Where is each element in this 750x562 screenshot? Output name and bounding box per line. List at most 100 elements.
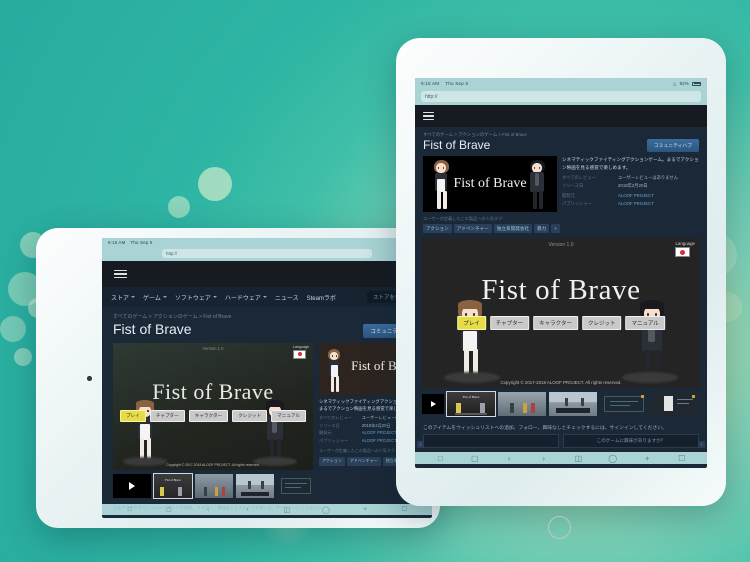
nav-item-games[interactable]: ゲーム [143,293,167,302]
girl-character-capsule-right [431,160,453,210]
meta-value-link[interactable]: ALOOF PROJECT [618,193,654,200]
menu-chapter-left[interactable]: チャプター [149,409,185,422]
menu-chapter-right[interactable]: チャプター [489,316,530,331]
game-hero-screen-right[interactable]: Version 1.0 Language Fist of Brave プレイ チ… [422,238,700,389]
screenshot-2-left[interactable] [195,473,233,498]
history-icon[interactable]: ◯ [596,454,631,463]
video-thumbnail-left[interactable] [113,473,151,498]
bokeh-1 [198,167,232,201]
breadcrumb-left[interactable]: すべてのゲーム > アクションのゲーム > Fist of Brave [102,307,432,321]
screenshot-2-right[interactable] [498,392,546,417]
tag-violence-right[interactable]: 暴力 [534,224,550,234]
nav-item-steamlabs[interactable]: Steamラボ [307,293,336,302]
screenshot-4-left[interactable] [277,473,315,498]
desktop-background: 9:15 AM Thu Sep 5 △ 92% http:// [0,0,750,562]
meta-value-link[interactable]: ALOOF PROJECT [362,430,397,437]
bokeh-2 [168,196,190,218]
meta-value-link[interactable]: ALOOF PROJECT [362,438,397,445]
home-button-right[interactable] [548,516,571,539]
safari-urlbar-left[interactable]: http:// [102,247,432,261]
meta-value: 2018年2月20日 [618,183,648,189]
meta-label: パブリッシャー [562,200,593,206]
nav-label: ストア [111,295,130,302]
screenshot-5-right[interactable] [651,392,699,417]
bookmark-icon[interactable]: ▢ [458,454,493,463]
meta-label: 開発元 [319,430,332,436]
tag-more-right[interactable]: + [551,224,560,234]
url-input-right[interactable]: http:// [421,91,701,102]
steam-store-page-left: ストア ゲーム ソフトウェア ハードウェア ニュース Steamラボ ストアを検… [102,261,432,510]
capsule-logo-right: Fist of Brave [453,176,527,192]
nav-item-store[interactable]: ストア [111,293,136,302]
tabs-icon[interactable]: ◫ [561,454,596,463]
nav-item-hardware[interactable]: ハードウェア [225,293,267,302]
play-icon [129,481,135,490]
hamburger-icon[interactable] [114,269,127,279]
nav-label: ニュース [274,295,299,302]
floor-shadow-2 [622,372,678,384]
nav-item-software[interactable]: ソフトウェア [175,293,217,302]
video-thumbnail-right[interactable] [422,394,444,415]
url-input-left[interactable]: http:// [162,249,372,258]
menu-play-right[interactable]: プレイ [457,316,486,331]
thumb-nav-right-right[interactable]: › [698,441,705,448]
chevron-down-icon [131,296,136,298]
pages-icon[interactable]: ☐ [665,454,700,463]
apron [463,331,477,352]
meta-label: リリース日 [319,422,340,428]
tag-indie-right[interactable]: 独立系開発会社 [493,224,533,234]
game-version-right: Version 1.0 [548,242,574,249]
language-selector-left[interactable]: Language [293,345,309,359]
game-description-right: シネマティックファイティングアクションゲーム。まるでアクション映画を見る感覚で楽… [562,157,699,170]
safari-urlbar-right[interactable]: http:// [415,89,707,105]
newtab-icon[interactable]: + [630,454,665,463]
forward-icon[interactable]: › [527,454,562,463]
hair-fringe [458,300,482,310]
hair-fringe [266,399,284,407]
tablet-screen-left: 9:15 AM Thu Sep 5 △ 92% http:// [102,238,432,518]
game-hero-screen-left[interactable]: Version 1.0 Language Fist of Brave プレイ チ… [113,342,313,470]
menu-play-left[interactable]: プレイ [120,409,146,422]
panel-row-right: このゲームに興味がありますか？ [415,434,707,449]
thumb-nav-left-right[interactable]: ‹ [417,441,424,448]
breadcrumb-right[interactable]: すべてのゲーム > アクションのゲーム > Fist of Brave [415,127,707,138]
japan-flag-icon [293,349,306,359]
screenshot-3-right[interactable] [549,392,597,417]
floor-shadow-1 [444,372,500,384]
hair-fringe [640,300,664,310]
share-icon[interactable]: □ [423,454,458,463]
menu-character-left[interactable]: キャラクター [188,409,229,422]
language-selector-right[interactable]: Language [675,241,695,258]
meta-value-link[interactable]: ALOOF PROJECT [618,201,654,208]
meta-label: すべてのレビュー [319,415,353,421]
menu-credit-right[interactable]: クレジット [581,316,622,331]
tag-action-right[interactable]: アクション [423,224,452,234]
status-time: 9:15 AM [421,81,440,86]
ios-status-bar-right: 9:15 AM Thu Sep 5 △ 92% [415,78,707,89]
nav-label: ゲーム [143,295,161,302]
panel-right-right[interactable]: このゲームに興味がありますか？ [563,434,699,449]
menu-manual-left[interactable]: マニュアル [271,409,306,422]
ios-status-bar-left: 9:15 AM Thu Sep 5 △ 92% [102,238,432,247]
menu-manual-right[interactable]: マニュアル [625,316,665,331]
game-info-column-right: シネマティックファイティングアクションゲーム。まるでアクション映画を見る感覚で楽… [562,156,699,212]
tag-adventure-left[interactable]: アドベンチャー [346,456,381,466]
game-copyright-right: Copyright © 2017-2018 ALOOF PROJECT. All… [500,380,622,386]
screenshot-1-left[interactable]: Fist of Brave [153,472,193,499]
menu-credit-left[interactable]: クレジット [232,409,268,422]
language-label: Language [675,241,695,247]
back-icon[interactable]: ‹ [492,454,527,463]
screenshot-3-left[interactable] [236,473,274,498]
screenshot-4-right[interactable] [600,392,648,417]
steam-nav-left: ストア ゲーム ソフトウェア ハードウェア ニュース Steamラボ ストアを検… [102,287,432,307]
tag-adventure-right[interactable]: アドベンチャー [453,224,492,234]
nav-item-news[interactable]: ニュース [275,293,299,302]
community-hub-button-right[interactable]: コミュニティハブ [646,139,699,153]
battery-icon [692,81,701,86]
menu-character-right[interactable]: キャラクター [533,316,578,331]
game-menu-left: プレイ チャプター キャラクター クレジット マニュアル [120,409,306,422]
tag-action-left[interactable]: アクション [319,456,345,466]
screenshot-1-right[interactable]: Fist of Brave [446,391,496,418]
hamburger-icon[interactable] [423,111,434,121]
panel-left-right[interactable] [423,434,559,449]
